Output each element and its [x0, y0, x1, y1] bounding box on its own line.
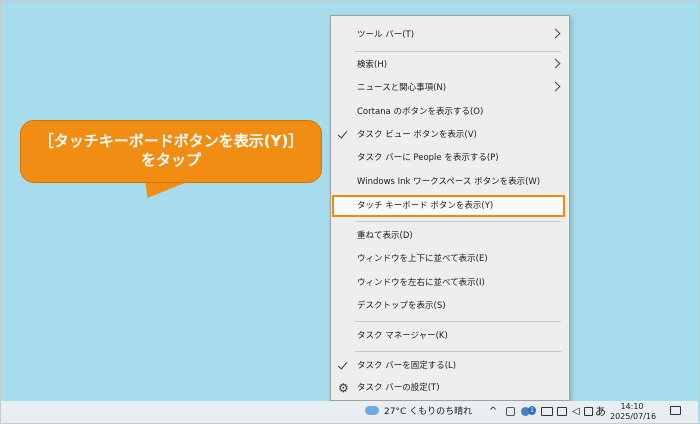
- taskbar-context-menu: ツール バー(T) 検索(H) ニュースと関心事項(N) Cortana のボタ…: [330, 15, 570, 401]
- menu-item-show-desktop[interactable]: デスクトップを表示(S): [331, 295, 569, 317]
- menu-item-label: ニュースと関心事項(N): [357, 83, 447, 93]
- chevron-up-icon[interactable]: ^: [489, 401, 497, 423]
- taskbar: 27°C くもりのち晴れ ^ 1 ◁ あ 14:10 2025/07/16: [1, 401, 698, 423]
- usb-icon[interactable]: [506, 407, 515, 416]
- clock-date: 2025/07/16: [610, 412, 657, 421]
- callout-line-1: ［タッチキーボードボタンを表示(Y)］: [38, 132, 304, 150]
- gear-icon: ⚙: [338, 381, 349, 395]
- menu-item-task-manager[interactable]: タスク マネージャー(K): [331, 325, 569, 347]
- menu-item-toolbar[interactable]: ツール バー(T): [331, 24, 569, 46]
- menu-item-label: タスク マネージャー(K): [357, 331, 448, 341]
- menu-item-search[interactable]: 検索(H): [331, 54, 569, 76]
- menu-item-people[interactable]: タスク バーに People を表示する(P): [331, 147, 569, 169]
- check-icon: [337, 128, 348, 139]
- menu-item-label: 重ねて表示(D): [357, 231, 413, 241]
- menu-item-stack[interactable]: ウィンドウを上下に並べて表示(E): [331, 248, 569, 270]
- clock[interactable]: 14:10 2025/07/16: [610, 401, 657, 422]
- menu-item-label: タスク バーを固定する(L): [357, 361, 457, 371]
- menu-item-cortana[interactable]: Cortana のボタンを表示する(O): [331, 101, 569, 123]
- menu-separator: [355, 351, 561, 352]
- menu-item-label: タスク バーの設定(T): [357, 383, 440, 393]
- menu-item-touch-keyboard[interactable]: タッチ キーボード ボタンを表示(Y): [331, 195, 569, 217]
- chevron-right-icon: [550, 81, 561, 92]
- clock-time: 14:10: [620, 402, 644, 411]
- menu-item-label: タスク バーに People を表示する(P): [357, 153, 499, 163]
- weather-icon[interactable]: [365, 406, 379, 415]
- menu-separator: [355, 321, 561, 322]
- menu-item-lock-taskbar[interactable]: タスク バーを固定する(L): [331, 355, 569, 377]
- volume-icon[interactable]: ◁: [572, 401, 580, 423]
- menu-item-side-by-side[interactable]: ウィンドウを左右に並べて表示(I): [331, 272, 569, 294]
- ime-indicator[interactable]: あ: [595, 401, 606, 423]
- menu-item-label: 検索(H): [357, 60, 388, 70]
- menu-item-label: タッチ キーボード ボタンを表示(Y): [357, 201, 494, 211]
- menu-separator: [355, 51, 561, 52]
- network-icon[interactable]: [557, 407, 567, 416]
- touch-keyboard-icon[interactable]: [584, 407, 593, 416]
- weather-text[interactable]: 27°C くもりのち晴れ: [384, 401, 472, 423]
- instruction-callout: ［タッチキーボードボタンを表示(Y)］ をタップ: [20, 120, 322, 183]
- chevron-right-icon: [550, 28, 561, 39]
- menu-item-windows-ink[interactable]: Windows Ink ワークスペース ボタンを表示(W): [331, 171, 569, 193]
- battery-icon[interactable]: [541, 407, 553, 416]
- menu-item-news[interactable]: ニュースと関心事項(N): [331, 77, 569, 99]
- menu-item-cascade[interactable]: 重ねて表示(D): [331, 225, 569, 247]
- menu-item-label: Windows Ink ワークスペース ボタンを表示(W): [357, 177, 541, 187]
- menu-item-task-view[interactable]: タスク ビュー ボタンを表示(V): [331, 124, 569, 146]
- menu-item-label: デスクトップを表示(S): [357, 301, 446, 311]
- menu-item-label: Cortana のボタンを表示する(O): [357, 107, 484, 117]
- menu-separator: [355, 221, 561, 222]
- menu-item-label: ウィンドウを左右に並べて表示(I): [357, 278, 485, 288]
- menu-item-label: ウィンドウを上下に並べて表示(E): [357, 254, 488, 264]
- menu-item-label: ツール バー(T): [357, 30, 415, 40]
- chevron-right-icon: [550, 58, 561, 69]
- menu-item-taskbar-settings[interactable]: ⚙ タスク バーの設定(T): [331, 377, 569, 399]
- callout-line-2: をタップ: [140, 151, 201, 169]
- notification-center-icon[interactable]: [670, 406, 681, 415]
- notification-badge: 1: [528, 406, 536, 415]
- check-icon: [337, 359, 348, 370]
- menu-item-label: タスク ビュー ボタンを表示(V): [357, 130, 477, 140]
